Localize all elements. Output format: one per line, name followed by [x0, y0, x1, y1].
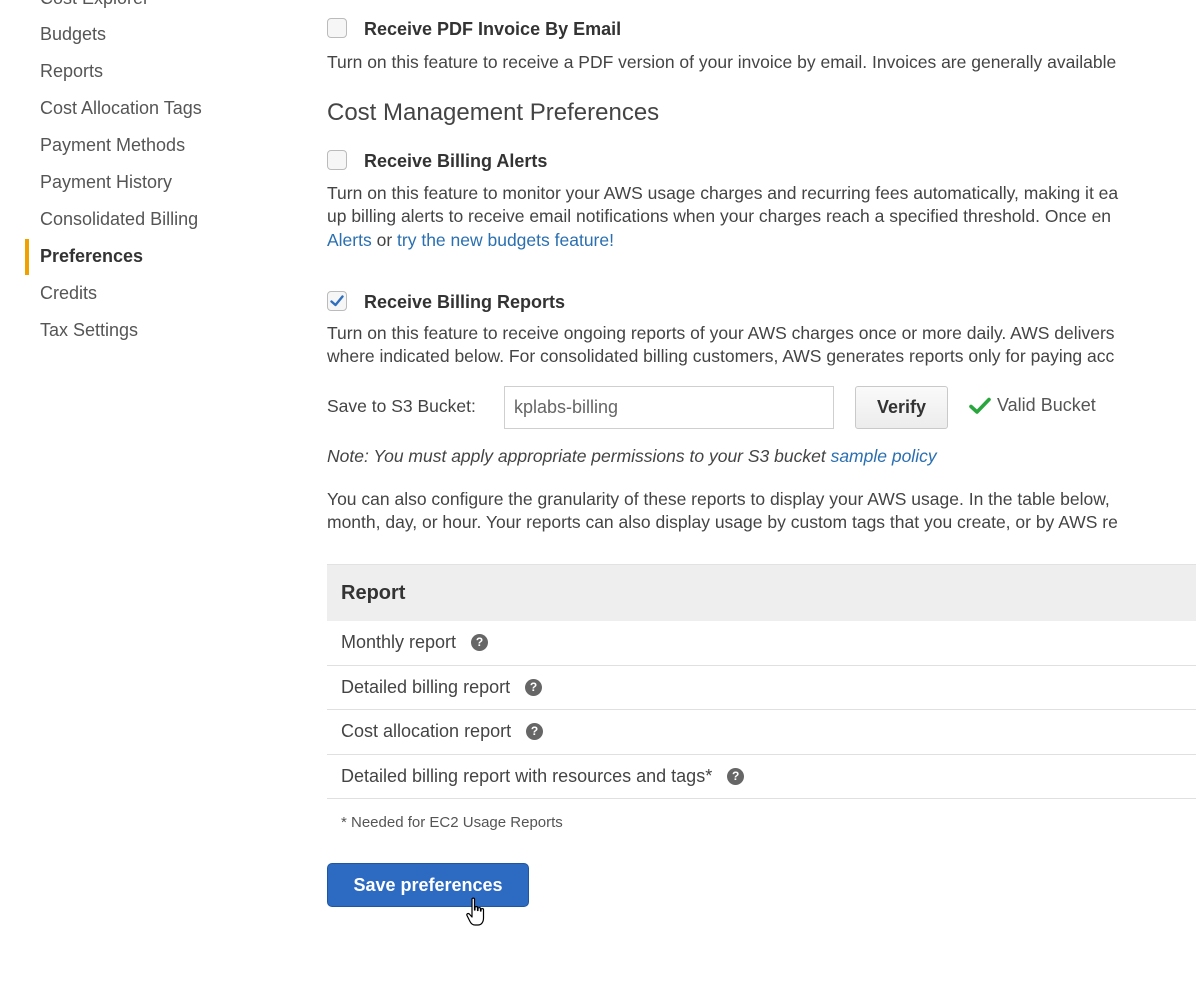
sidebar-item-reports[interactable]: Reports — [40, 61, 103, 82]
sidebar-item-cost-explorer[interactable]: Cost Explorer — [40, 0, 149, 9]
report-table: Report Monthly report ? Detailed billing… — [327, 564, 1196, 799]
valid-bucket-text: Valid Bucket — [997, 395, 1096, 415]
s3-bucket-input[interactable] — [504, 386, 834, 429]
sidebar-item-credits[interactable]: Credits — [40, 283, 97, 304]
granularity-line1: You can also configure the granularity o… — [327, 489, 1110, 509]
report-row-label: Cost allocation report — [341, 721, 512, 742]
save-preferences-button[interactable]: Save preferences — [327, 863, 529, 907]
billing-reports-checkbox[interactable] — [327, 291, 347, 311]
budgets-feature-link[interactable]: try the new budgets feature! — [397, 230, 614, 250]
billing-alerts-label: Receive Billing Alerts — [364, 151, 548, 171]
alerts-link[interactable]: Alerts — [327, 230, 372, 250]
pdf-invoice-description: Turn on this feature to receive a PDF ve… — [327, 52, 1117, 72]
billing-reports-label: Receive Billing Reports — [364, 292, 566, 312]
report-row-label: Detailed billing report with resources a… — [341, 765, 713, 786]
table-row: Cost allocation report ? — [327, 710, 1196, 755]
sample-policy-link[interactable]: sample policy — [831, 446, 937, 466]
permissions-note: Note: You must apply appropriate permiss… — [327, 446, 937, 467]
sidebar-item-consolidated-billing[interactable]: Consolidated Billing — [40, 209, 198, 230]
table-row: Detailed billing report with resources a… — [327, 755, 1196, 799]
billing-reports-description-line1: Turn on this feature to receive ongoing … — [327, 323, 1115, 343]
billing-alerts-links: Alerts or try the new budgets feature! — [327, 229, 614, 253]
sidebar-item-payment-methods[interactable]: Payment Methods — [40, 135, 185, 156]
or-text: or — [371, 230, 398, 250]
report-row-label: Monthly report — [341, 632, 457, 653]
billing-alerts-checkbox[interactable] — [327, 150, 347, 170]
permissions-note-text: Note: You must apply appropriate permiss… — [327, 446, 831, 466]
ec2-footnote: * Needed for EC2 Usage Reports — [341, 814, 563, 831]
billing-alerts-description-line1: Turn on this feature to monitor your AWS… — [327, 183, 1119, 203]
verify-button[interactable]: Verify — [855, 386, 948, 429]
pdf-invoice-label: Receive PDF Invoice By Email — [364, 19, 622, 39]
billing-sidebar: Cost Explorer Budgets Reports Cost Alloc… — [0, 0, 300, 988]
check-icon — [969, 397, 991, 414]
valid-bucket-status: Valid Bucket — [969, 395, 1096, 416]
hand-cursor-icon — [466, 897, 485, 926]
active-indicator — [25, 239, 29, 275]
preferences-main: Receive PDF Invoice By Email Turn on thi… — [327, 0, 1196, 988]
help-icon[interactable]: ? — [525, 678, 543, 696]
section-title: Cost Management Preferences — [327, 99, 660, 126]
report-column-header: Report — [341, 581, 406, 604]
billing-reports-description-line2: where indicated below. For consolidated … — [327, 346, 1115, 366]
sidebar-item-tax-settings[interactable]: Tax Settings — [40, 320, 138, 341]
report-row-label: Detailed billing report — [341, 676, 511, 697]
sidebar-item-cost-allocation-tags[interactable]: Cost Allocation Tags — [40, 98, 202, 119]
s3-bucket-label: Save to S3 Bucket: — [327, 396, 476, 416]
help-icon[interactable]: ? — [526, 723, 544, 741]
checkmark-icon — [330, 295, 344, 307]
help-icon[interactable]: ? — [727, 767, 745, 785]
help-icon[interactable]: ? — [471, 634, 489, 652]
sidebar-item-payment-history[interactable]: Payment History — [40, 172, 172, 193]
report-table-header: Report — [327, 564, 1196, 621]
sidebar-item-budgets[interactable]: Budgets — [40, 24, 106, 45]
pdf-invoice-checkbox[interactable] — [327, 18, 347, 38]
billing-alerts-description-line2: up billing alerts to receive email notif… — [327, 206, 1112, 226]
sidebar-item-preferences[interactable]: Preferences — [40, 246, 143, 267]
table-row: Detailed billing report ? — [327, 666, 1196, 710]
table-row: Monthly report ? — [327, 621, 1196, 666]
granularity-line2: month, day, or hour. Your reports can al… — [327, 512, 1118, 532]
